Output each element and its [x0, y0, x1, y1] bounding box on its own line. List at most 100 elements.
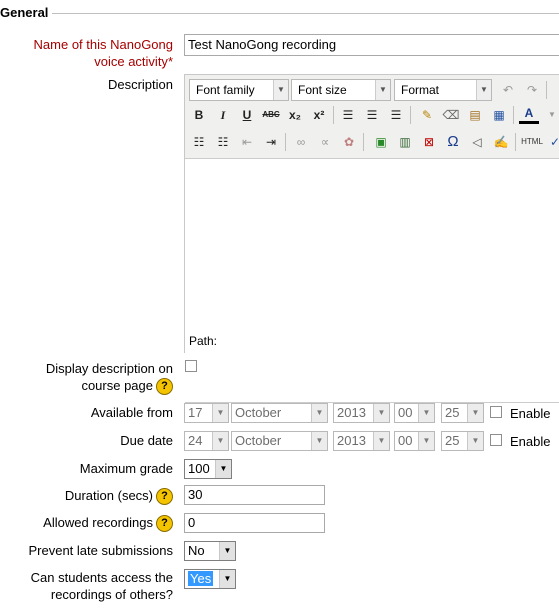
- due-day-value: 24: [188, 433, 203, 448]
- clean-up-icon[interactable]: ✎: [417, 105, 437, 125]
- font-size-value: Font size: [298, 83, 347, 97]
- available-enable-label: Enable: [510, 406, 551, 421]
- due-day-select[interactable]: 24 ▼: [184, 431, 229, 451]
- available-day-value: 17: [188, 405, 203, 420]
- maximum-grade-select[interactable]: 100 ▼: [184, 459, 232, 479]
- undo-icon[interactable]: ↶: [498, 80, 518, 100]
- allowed-recordings-input[interactable]: 0: [184, 513, 325, 533]
- toolbar-divider: [285, 133, 286, 151]
- duration-label-text: Duration (secs): [64, 488, 153, 503]
- align-center-icon[interactable]: ☰: [362, 105, 382, 125]
- underline-button[interactable]: U: [237, 105, 257, 125]
- due-year-select[interactable]: 2013 ▼: [333, 431, 390, 451]
- html-source-button[interactable]: HTML: [519, 132, 545, 152]
- special-char-button[interactable]: Ω: [443, 132, 463, 152]
- maximum-grade-label: Maximum grade: [79, 461, 173, 476]
- eraser-icon[interactable]: ⌫: [441, 105, 461, 125]
- format-select[interactable]: Format ▼: [394, 79, 492, 101]
- chevron-down-icon[interactable]: ▼: [542, 105, 559, 125]
- chevron-down-icon: ▼: [273, 80, 288, 100]
- speaker-icon[interactable]: ◁: [467, 132, 487, 152]
- chevron-down-icon: ▼: [375, 80, 390, 100]
- section-legend: General: [0, 5, 53, 20]
- help-icon[interactable]: ?: [156, 378, 173, 396]
- available-month-value: October: [235, 405, 282, 420]
- paste-text-icon[interactable]: ▤: [465, 105, 485, 125]
- bold-button[interactable]: B: [189, 105, 209, 125]
- spellcheck-icon[interactable]: ✓: [545, 132, 559, 152]
- align-left-icon[interactable]: ☰: [338, 105, 358, 125]
- due-date-label: Due date: [120, 433, 173, 448]
- due-hour-select[interactable]: 00 ▼: [394, 431, 435, 451]
- display-description-line2: course page: [81, 378, 153, 393]
- editor-content-area[interactable]: [185, 158, 559, 403]
- due-hour-value: 00: [398, 433, 413, 448]
- name-label-line1: Name of this NanoGong: [33, 37, 173, 52]
- strikethrough-button[interactable]: ABC: [261, 105, 281, 125]
- duration-label: Duration (secs)?: [64, 487, 173, 506]
- chevron-down-icon: ▼: [215, 460, 231, 478]
- available-month-select[interactable]: October ▼: [231, 403, 328, 423]
- available-enable-checkbox[interactable]: [490, 406, 502, 418]
- available-day-select[interactable]: 17 ▼: [184, 403, 229, 423]
- paste-word-icon[interactable]: ▦: [489, 105, 509, 125]
- chevron-down-icon: ▼: [467, 432, 483, 450]
- name-input[interactable]: Test NanoGong recording: [184, 34, 559, 56]
- prevent-late-value: No: [188, 543, 205, 558]
- chevron-down-icon: ▼: [219, 570, 235, 588]
- align-right-icon[interactable]: ☰: [386, 105, 406, 125]
- image-icon[interactable]: ▣: [371, 132, 391, 152]
- available-hour-value: 00: [398, 405, 413, 420]
- students-access-line1: Can students access the: [30, 570, 173, 585]
- display-description-checkbox[interactable]: [185, 360, 197, 372]
- italic-button[interactable]: I: [213, 105, 233, 125]
- font-size-select[interactable]: Font size ▼: [291, 79, 391, 101]
- unlink-icon[interactable]: ∝: [315, 132, 335, 152]
- prevent-late-label: Prevent late submissions: [28, 543, 173, 558]
- chevron-down-icon: ▼: [311, 432, 327, 450]
- outdent-icon[interactable]: ⇤: [237, 132, 257, 152]
- settings-form: General Name of this NanoGong voice acti…: [0, 0, 559, 614]
- nolink-icon[interactable]: ⊠: [419, 132, 439, 152]
- toolbar-divider: [410, 106, 411, 124]
- indent-icon[interactable]: ⇥: [261, 132, 281, 152]
- students-access-select[interactable]: Yes ▼: [184, 569, 236, 589]
- students-access-value: Yes: [188, 571, 214, 586]
- toolbar-divider: [546, 81, 547, 99]
- help-icon[interactable]: ?: [156, 515, 173, 533]
- media-icon[interactable]: ▥: [395, 132, 415, 152]
- subscript-button[interactable]: x₂: [285, 105, 305, 125]
- prevent-late-select[interactable]: No ▼: [184, 541, 236, 561]
- available-year-value: 2013: [337, 405, 366, 420]
- fieldset-border: [0, 13, 559, 14]
- students-access-label: Can students access the recordings of ot…: [31, 569, 173, 603]
- font-family-select[interactable]: Font family ▼: [189, 79, 289, 101]
- duration-input[interactable]: 30: [184, 485, 325, 505]
- due-month-select[interactable]: October ▼: [231, 431, 328, 451]
- numbered-list-icon[interactable]: ☷: [213, 132, 233, 152]
- anchor-icon[interactable]: ✿: [339, 132, 359, 152]
- bullet-list-icon[interactable]: ☷: [189, 132, 209, 152]
- chevron-down-icon: ▼: [418, 404, 434, 422]
- redo-icon[interactable]: ↷: [522, 80, 542, 100]
- superscript-button[interactable]: x²: [309, 105, 329, 125]
- link-icon[interactable]: ∞: [291, 132, 311, 152]
- due-minute-select[interactable]: 25 ▼: [441, 431, 484, 451]
- help-icon[interactable]: ?: [156, 488, 173, 506]
- allowed-recordings-label: Allowed recordings?: [43, 514, 173, 533]
- due-month-value: October: [235, 433, 282, 448]
- display-description-label: Display description on course page?: [46, 360, 173, 396]
- font-color-icon[interactable]: A: [519, 105, 539, 124]
- description-label: Description: [107, 77, 173, 92]
- name-label: Name of this NanoGong voice activity*: [34, 36, 173, 70]
- toolbar-divider: [333, 106, 334, 124]
- description-editor: Font family ▼ Font size ▼ Format ▼ ↶ ↷ B…: [184, 74, 559, 403]
- chevron-down-icon: ▼: [311, 404, 327, 422]
- editor-toolbar-1: Font family ▼ Font size ▼ Format ▼ ↶ ↷: [185, 78, 559, 104]
- edit-page-icon[interactable]: ✍: [491, 132, 511, 152]
- due-enable-checkbox[interactable]: [490, 434, 502, 446]
- available-hour-select[interactable]: 00 ▼: [394, 403, 435, 423]
- toolbar-divider: [363, 133, 364, 151]
- available-minute-select[interactable]: 25 ▼: [441, 403, 484, 423]
- available-year-select[interactable]: 2013 ▼: [333, 403, 390, 423]
